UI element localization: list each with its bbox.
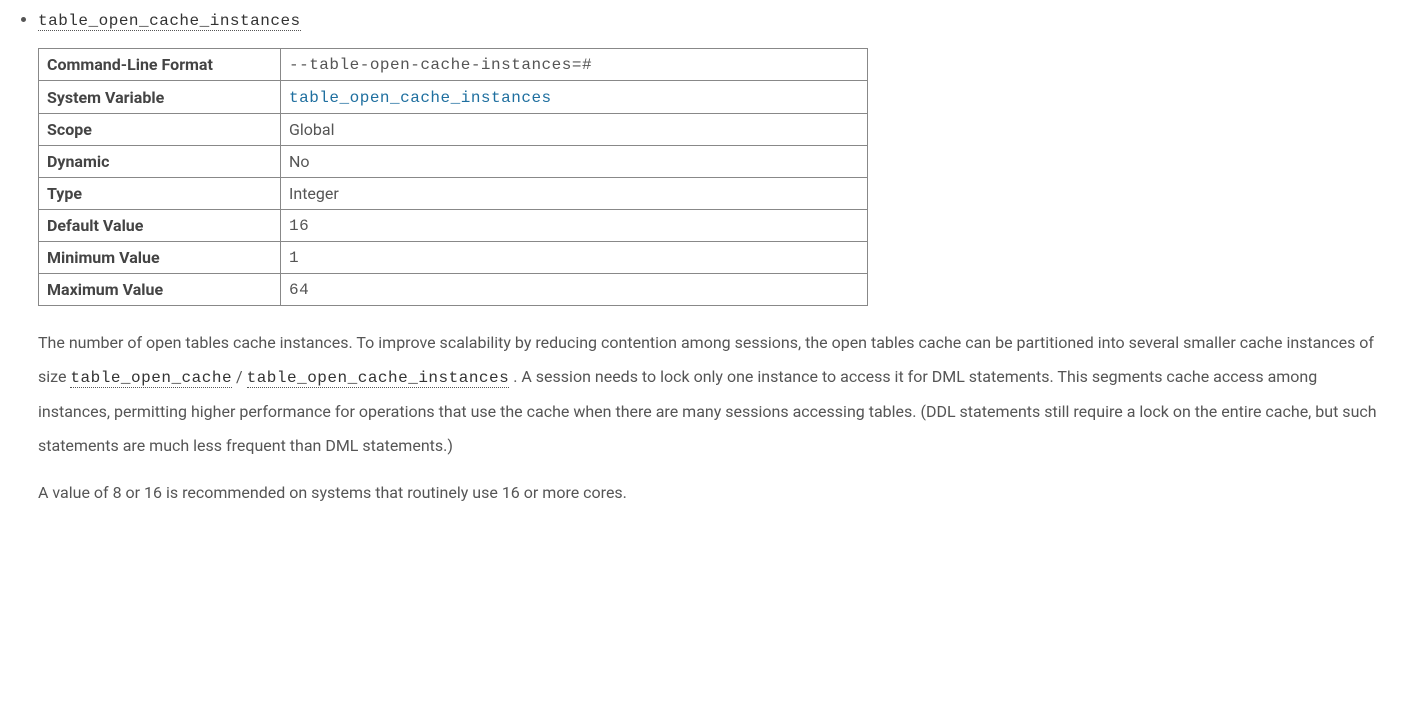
table-row: Default Value16 bbox=[39, 210, 868, 242]
property-value: Integer bbox=[281, 178, 868, 210]
property-label: System Variable bbox=[39, 81, 281, 114]
property-label: Scope bbox=[39, 114, 281, 146]
property-value-link[interactable]: table_open_cache_instances bbox=[289, 89, 552, 107]
property-label: Minimum Value bbox=[39, 242, 281, 274]
table-row: ScopeGlobal bbox=[39, 114, 868, 146]
table-row: System Variable table_open_cache_instance… bbox=[39, 81, 868, 114]
property-value: --table-open-cache-instances=# bbox=[281, 49, 868, 81]
property-value: No bbox=[281, 146, 868, 178]
desc-separator: / bbox=[236, 367, 247, 386]
variable-properties-table: Command-Line Format--table-open-cache-in… bbox=[38, 48, 868, 306]
property-label: Default Value bbox=[39, 210, 281, 242]
property-value: 64 bbox=[281, 274, 868, 306]
table-row: Minimum Value1 bbox=[39, 242, 868, 274]
table-row: DynamicNo bbox=[39, 146, 868, 178]
property-label: Dynamic bbox=[39, 146, 281, 178]
property-label: Maximum Value bbox=[39, 274, 281, 306]
table-row: Maximum Value64 bbox=[39, 274, 868, 306]
variable-details: Command-Line Format--table-open-cache-in… bbox=[38, 48, 1393, 510]
table-row: TypeInteger bbox=[39, 178, 868, 210]
property-label: Command-Line Format bbox=[39, 49, 281, 81]
link-table-open-cache-instances[interactable]: table_open_cache_instances bbox=[247, 369, 510, 388]
property-label: Type bbox=[39, 178, 281, 210]
variable-heading-link[interactable]: table_open_cache_instances bbox=[38, 12, 301, 31]
property-value: Global bbox=[281, 114, 868, 146]
property-value: table_open_cache_instances bbox=[281, 81, 868, 114]
property-value: 16 bbox=[281, 210, 868, 242]
description-paragraph-1: The number of open tables cache instance… bbox=[38, 326, 1393, 462]
link-table-open-cache[interactable]: table_open_cache bbox=[70, 369, 232, 388]
property-value: 1 bbox=[281, 242, 868, 274]
table-row: Command-Line Format--table-open-cache-in… bbox=[39, 49, 868, 81]
description-paragraph-2: A value of 8 or 16 is recommended on sys… bbox=[38, 476, 1393, 510]
